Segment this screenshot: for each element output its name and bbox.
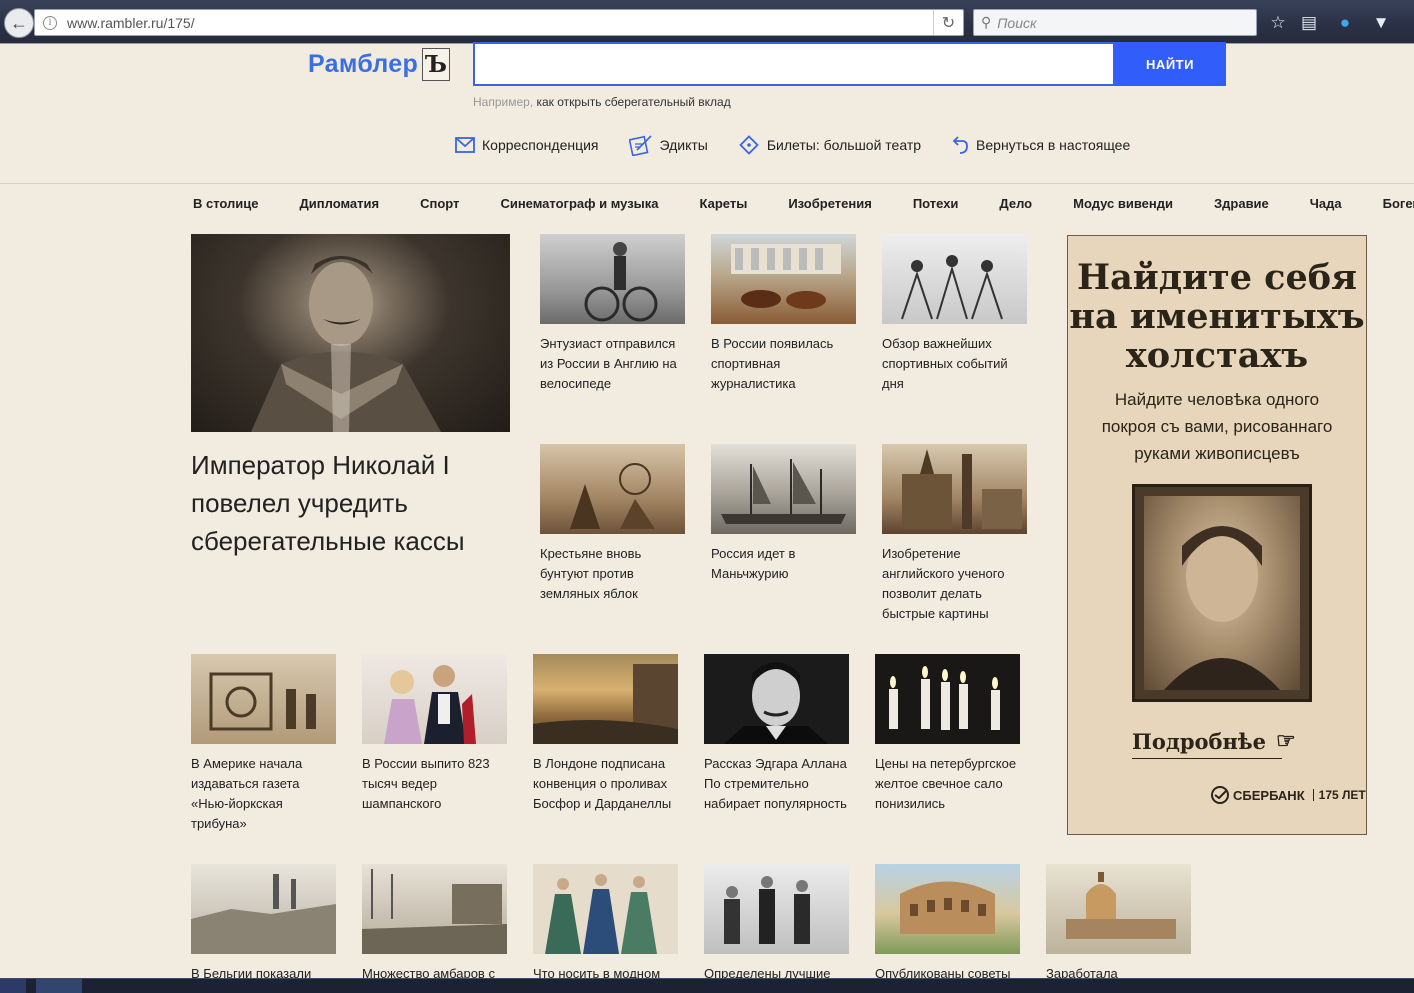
news-image[interactable] (711, 234, 856, 324)
ad-subtitle: Найдите человѣка одного покроя съ вами, … (1101, 390, 1333, 463)
news-image[interactable] (882, 234, 1027, 324)
news-image[interactable] (540, 444, 685, 534)
news-image[interactable] (875, 654, 1020, 744)
quicklink-label: Вернуться в настоящее (976, 137, 1131, 153)
news-image[interactable] (711, 444, 856, 534)
news-caption[interactable]: Энтузиаст отправился из России в Англию … (540, 334, 688, 394)
category-item[interactable]: Дело (999, 196, 1032, 216)
news-image[interactable] (191, 864, 336, 954)
search-example: Например, как открыть сберегательный вкл… (473, 95, 731, 109)
find-button[interactable]: НАЙТИ (1114, 42, 1226, 86)
search-icon: ⚲ (981, 14, 992, 30)
news-caption[interactable]: В России выпито 823 тысяч ведер шампанск… (362, 754, 510, 814)
envelope-icon (455, 137, 475, 153)
news-caption[interactable]: В Лондоне подписана конвенция о проливах… (533, 754, 681, 814)
news-caption[interactable]: Цены на петербургское желтое свечное сал… (875, 754, 1023, 814)
feature-title[interactable]: Император Николай I повелел учредить сбе… (191, 446, 521, 560)
category-item[interactable]: Дипломатия (300, 196, 380, 216)
news-image[interactable] (191, 654, 336, 744)
main-search-input[interactable] (473, 42, 1115, 86)
category-item[interactable]: Чада (1310, 196, 1342, 216)
news-caption[interactable]: Обзор важнейших спортивных событий дня (882, 334, 1030, 394)
category-item[interactable]: Кареты (700, 196, 748, 216)
return-arrow-icon (952, 136, 968, 154)
category-item[interactable]: Изобретения (788, 196, 871, 216)
sberbank-logo: СБЕРБАНК 175 ЛЕТ (1211, 786, 1366, 804)
sberbank-ad-banner[interactable]: Найдите себя на именитыхъ холстахъ Найди… (1067, 235, 1367, 835)
category-item[interactable]: В столице (193, 196, 259, 216)
quill-icon (628, 135, 652, 156)
sberbank-name: СБЕРБАНК (1233, 787, 1305, 803)
quicklink-correspondence[interactable]: Корреспонденция (455, 137, 599, 153)
back-arrow-icon[interactable]: ← (4, 8, 34, 38)
ad-more-underline (1132, 758, 1282, 759)
news-image[interactable] (540, 234, 685, 324)
news-image[interactable] (533, 654, 678, 744)
category-nav: В столице Дипломатия Спорт Синематограф … (193, 196, 1414, 216)
browser-toolbar: ← i www.rambler.ru/175/ ↻ ⚲ Поиск ☆ ▤ ● … (0, 0, 1414, 44)
news-caption[interactable]: В России появилась спортивная журналисти… (711, 334, 859, 394)
quicklink-label: Корреспонденция (482, 137, 599, 153)
browser-search-placeholder: Поиск (997, 14, 1037, 31)
ad-more-link[interactable]: Подробнѣе ☞ (1132, 728, 1296, 754)
news-image[interactable] (704, 654, 849, 744)
news-caption[interactable]: Изобретение английского ученого позволит… (882, 544, 1030, 624)
start-button[interactable] (0, 979, 26, 993)
category-item[interactable]: Синематограф и музыка (500, 196, 658, 216)
quicklink-label: Эдикты (659, 137, 708, 153)
news-caption[interactable]: Россия идет в Маньчжурию (711, 544, 859, 584)
quicklink-tickets[interactable]: Билеты: большой театр (738, 134, 921, 156)
news-image[interactable] (362, 654, 507, 744)
ticket-icon (739, 135, 759, 155)
logo-yer-mark[interactable]: Ъ (422, 47, 451, 81)
os-taskbar (0, 978, 1414, 993)
news-image[interactable] (1046, 864, 1191, 954)
star-icon[interactable]: ☆ (1267, 12, 1289, 34)
example-query-link[interactable]: как открыть сберегательный вклад (533, 95, 730, 109)
feature-image[interactable] (191, 234, 510, 432)
category-item[interactable]: Спорт (420, 196, 459, 216)
sberbank-emblem-icon (1211, 786, 1229, 804)
ad-title: Найдите себя на именитыхъ холстахъ (1069, 257, 1365, 376)
info-icon[interactable]: i (43, 15, 57, 30)
ad-more-label: Подробнѣе (1132, 728, 1267, 754)
ad-portrait (1132, 484, 1312, 702)
pointing-hand-icon: ☞ (1276, 728, 1296, 754)
header-divider (0, 183, 1414, 184)
logo-text[interactable]: Рамблер (308, 50, 418, 79)
pocket-icon[interactable]: ▼ (1370, 12, 1392, 34)
rambler-logo[interactable]: Рамблер Ъ (308, 46, 451, 82)
news-image[interactable] (882, 444, 1027, 534)
category-item[interactable]: Потехи (913, 196, 959, 216)
taskbar-browser-icon[interactable] (36, 979, 82, 993)
skype-icon[interactable]: ● (1334, 12, 1356, 34)
category-item[interactable]: Богема (1383, 196, 1414, 216)
example-prefix: Например, (473, 95, 534, 109)
news-image[interactable] (875, 864, 1020, 954)
news-caption[interactable]: В Америке начала издаваться газета «Нью-… (191, 754, 339, 834)
url-text[interactable]: www.rambler.ru/175/ (67, 15, 195, 31)
reading-list-icon[interactable]: ▤ (1298, 12, 1320, 34)
address-bar[interactable]: i www.rambler.ru/175/ ↻ (34, 9, 964, 36)
browser-search-input[interactable]: ⚲ Поиск (973, 9, 1257, 36)
sberbank-years: 175 ЛЕТ (1312, 789, 1366, 801)
news-caption[interactable]: Рассказ Эдгара Аллана По стремительно на… (704, 754, 852, 814)
quicklink-label: Билеты: большой театр (766, 137, 922, 153)
quicklinks: Корреспонденция Эдикты Билеты: большой т… (455, 134, 1160, 156)
news-caption[interactable]: Крестьяне вновь бунтуют против земляных … (540, 544, 688, 604)
news-image[interactable] (533, 864, 678, 954)
category-item[interactable]: Модус вивенди (1073, 196, 1173, 216)
reload-icon[interactable]: ↻ (933, 10, 963, 35)
news-image[interactable] (362, 864, 507, 954)
category-item[interactable]: Здравие (1214, 196, 1269, 216)
quicklink-edicts[interactable]: Эдикты (628, 134, 708, 156)
news-image[interactable] (704, 864, 849, 954)
quicklink-return[interactable]: Вернуться в настоящее (951, 134, 1130, 156)
